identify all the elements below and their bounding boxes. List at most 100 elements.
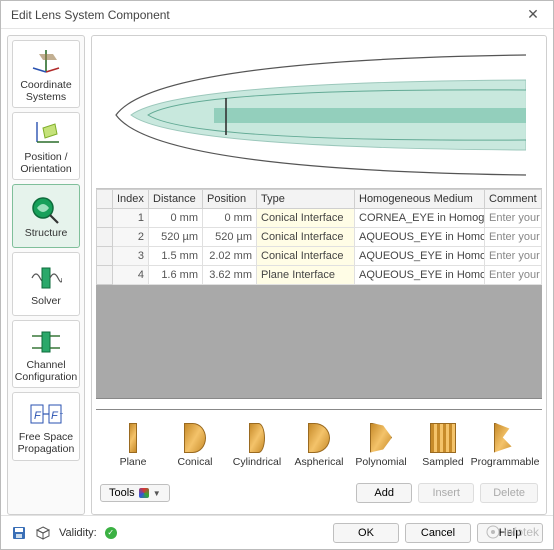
- add-button[interactable]: Add: [356, 483, 412, 503]
- window-title: Edit Lens System Component: [11, 8, 170, 22]
- row-gutter[interactable]: [97, 247, 113, 266]
- aspherical-shape-icon: [308, 423, 330, 453]
- ok-button[interactable]: OK: [333, 523, 399, 543]
- cancel-button[interactable]: Cancel: [405, 523, 471, 543]
- cell-type[interactable]: Plane Interface: [257, 266, 355, 285]
- delete-button: Delete: [480, 483, 538, 503]
- palette-cylindrical[interactable]: Cylindrical: [228, 423, 286, 468]
- col-distance[interactable]: Distance: [149, 190, 203, 209]
- cell-index[interactable]: 2: [113, 228, 149, 247]
- sidebar-item-position-orientation[interactable]: Position / Orientation: [12, 112, 80, 180]
- sidebar-item-label: Free Space Propagation: [15, 431, 77, 455]
- cell-distance[interactable]: 520 µm: [149, 228, 203, 247]
- svg-text:F: F: [34, 410, 42, 422]
- cell-index[interactable]: 1: [113, 209, 149, 228]
- tools-dropdown[interactable]: Tools ▼: [100, 484, 170, 502]
- col-index[interactable]: Index: [113, 190, 149, 209]
- cell-medium[interactable]: CORNEA_EYE in Homog: [355, 209, 485, 228]
- table-row[interactable]: 31.5 mm2.02 mmConical InterfaceAQUEOUS_E…: [97, 247, 542, 266]
- close-button[interactable]: ✕: [513, 1, 553, 29]
- sidebar-item-solver[interactable]: Solver: [12, 252, 80, 316]
- cell-position[interactable]: 3.62 mm: [203, 266, 257, 285]
- palette-plane[interactable]: Plane: [104, 423, 162, 468]
- cell-position[interactable]: 2.02 mm: [203, 247, 257, 266]
- polynomial-shape-icon: [370, 423, 392, 453]
- palette-programmable[interactable]: Programmable: [476, 423, 534, 468]
- cell-medium[interactable]: AQUEOUS_EYE in Homo: [355, 228, 485, 247]
- panel-splitter[interactable]: [96, 398, 542, 410]
- sampled-shape-icon: [430, 423, 456, 453]
- propagation-icon: F F⁻¹: [29, 399, 63, 429]
- palette-label: Plane: [120, 456, 147, 468]
- cell-distance[interactable]: 0 mm: [149, 209, 203, 228]
- palette-polynomial[interactable]: Polynomial: [352, 423, 410, 468]
- cell-distance[interactable]: 1.6 mm: [149, 266, 203, 285]
- row-gutter[interactable]: [97, 266, 113, 285]
- sidebar-item-coordinate-systems[interactable]: Coordinate Systems: [12, 40, 80, 108]
- sidebar-item-free-space-propagation[interactable]: F F⁻¹ Free Space Propagation: [12, 392, 80, 460]
- validity-label: Validity:: [59, 527, 97, 539]
- palette-sampled[interactable]: Sampled: [414, 423, 472, 468]
- insert-button: Insert: [418, 483, 474, 503]
- table-header-row: Index Distance Position Type Homogeneous…: [97, 190, 542, 209]
- cell-distance[interactable]: 1.5 mm: [149, 247, 203, 266]
- sidebar: Coordinate Systems Position / Orientatio…: [7, 35, 85, 515]
- programmable-shape-icon: [494, 423, 516, 453]
- solver-icon: [29, 263, 63, 293]
- sidebar-item-structure[interactable]: Structure: [12, 184, 80, 248]
- table-row[interactable]: 2520 µm520 µmConical InterfaceAQUEOUS_EY…: [97, 228, 542, 247]
- cell-comment[interactable]: Enter your comm: [485, 209, 542, 228]
- surface-palette: Plane Conical Cylindrical Aspherical Pol…: [96, 410, 542, 476]
- sidebar-item-label: Solver: [31, 295, 61, 307]
- footer: Validity: ✓ OK Cancel Help infotek: [1, 515, 553, 549]
- tools-label: Tools: [109, 487, 135, 499]
- palette-conical[interactable]: Conical: [166, 423, 224, 468]
- cell-type[interactable]: Conical Interface: [257, 228, 355, 247]
- cell-type[interactable]: Conical Interface: [257, 209, 355, 228]
- palette-label: Sampled: [422, 456, 463, 468]
- table-row[interactable]: 10 mm0 mmConical InterfaceCORNEA_EYE in …: [97, 209, 542, 228]
- cell-medium[interactable]: AQUEOUS_EYE in Homo: [355, 266, 485, 285]
- sidebar-item-label: Position / Orientation: [15, 151, 77, 175]
- cell-position[interactable]: 520 µm: [203, 228, 257, 247]
- cell-comment[interactable]: Enter your comm: [485, 266, 542, 285]
- sidebar-item-label: Channel Configuration: [15, 359, 77, 383]
- cell-comment[interactable]: Enter your comm: [485, 228, 542, 247]
- help-button[interactable]: Help: [477, 523, 543, 543]
- cell-index[interactable]: 4: [113, 266, 149, 285]
- col-type[interactable]: Type: [257, 190, 355, 209]
- lens-magnifier-icon: [29, 195, 63, 225]
- cell-position[interactable]: 0 mm: [203, 209, 257, 228]
- cell-comment[interactable]: Enter your comm: [485, 247, 542, 266]
- table-row[interactable]: 41.6 mm3.62 mmPlane InterfaceAQUEOUS_EYE…: [97, 266, 542, 285]
- svg-text:F⁻¹: F⁻¹: [51, 410, 63, 422]
- chevron-down-icon: ▼: [153, 489, 161, 498]
- cell-type[interactable]: Conical Interface: [257, 247, 355, 266]
- sidebar-item-label: Structure: [25, 227, 68, 239]
- conical-shape-icon: [184, 423, 206, 453]
- row-gutter[interactable]: [97, 228, 113, 247]
- titlebar: Edit Lens System Component ✕: [1, 1, 553, 29]
- palette-label: Aspherical: [294, 456, 343, 468]
- row-gutter[interactable]: [97, 209, 113, 228]
- close-icon: ✕: [527, 6, 539, 23]
- save-icon[interactable]: [11, 525, 27, 541]
- sidebar-item-channel-configuration[interactable]: Channel Configuration: [12, 320, 80, 388]
- cell-index[interactable]: 3: [113, 247, 149, 266]
- cube-icon[interactable]: [35, 525, 51, 541]
- col-comment[interactable]: Comment: [485, 190, 542, 209]
- cylindrical-shape-icon: [249, 423, 265, 453]
- main-panel: Index Distance Position Type Homogeneous…: [91, 35, 547, 515]
- cell-medium[interactable]: AQUEOUS_EYE in Homo: [355, 247, 485, 266]
- palette-aspherical[interactable]: Aspherical: [290, 423, 348, 468]
- orientation-icon: [29, 119, 63, 149]
- plane-shape-icon: [129, 423, 137, 453]
- axes-3d-icon: [29, 47, 63, 77]
- col-gutter: [97, 190, 113, 209]
- lens-preview: [96, 40, 542, 188]
- col-medium[interactable]: Homogeneous Medium: [355, 190, 485, 209]
- table-empty-area: [96, 285, 542, 398]
- sidebar-item-label: Coordinate Systems: [15, 79, 77, 103]
- col-position[interactable]: Position: [203, 190, 257, 209]
- interfaces-table: Index Distance Position Type Homogeneous…: [96, 188, 542, 285]
